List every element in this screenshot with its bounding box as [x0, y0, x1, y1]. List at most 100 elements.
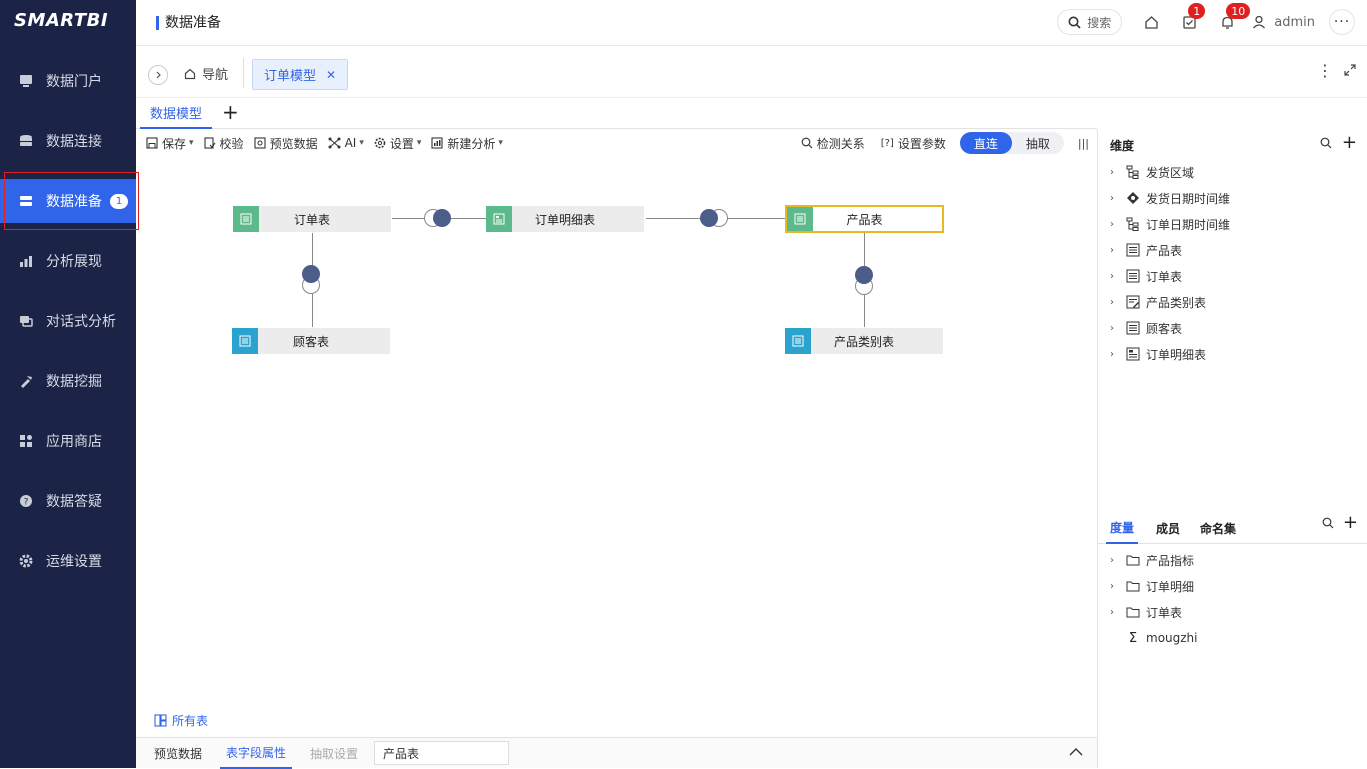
sidebar-item-conversational[interactable]: 对话式分析 — [0, 299, 136, 343]
sidebar-item-mining[interactable]: 数据挖掘 — [0, 359, 136, 403]
tree-item[interactable]: › 发货区域 — [1110, 159, 1230, 185]
chevron-right-icon[interactable]: › — [1110, 555, 1122, 566]
set-params-button[interactable]: [?] 设置参数 — [881, 135, 946, 152]
chevron-right-icon[interactable]: › — [1110, 193, 1122, 204]
all-tables-button[interactable]: 所有表 — [154, 712, 208, 729]
node-label: 产品类别表 — [833, 334, 894, 349]
chevron-up-icon[interactable] — [1069, 746, 1083, 760]
table-node-orders[interactable]: 订单表 — [233, 206, 391, 232]
sidebar-item-label: 数据答疑 — [46, 494, 102, 510]
close-icon[interactable]: ✕ — [326, 68, 336, 82]
sidebar-item-data-connection[interactable]: 数据连接 — [0, 119, 136, 163]
more-vertical-icon[interactable]: ⋮ — [1317, 63, 1333, 79]
sidebar-item-data-portal[interactable]: 数据门户 — [0, 59, 136, 103]
tree-item[interactable]: › 产品类别表 — [1110, 289, 1230, 315]
hierarchy-icon — [1125, 164, 1141, 180]
sidebar-item-data-prep[interactable]: 数据准备 1 — [0, 179, 136, 223]
save-button[interactable]: 保存 ▾ — [146, 135, 194, 152]
tree-item-label: 订单表 — [1146, 269, 1183, 284]
new-analysis-button[interactable]: 新建分析 ▾ — [431, 135, 503, 152]
chevron-right-icon[interactable]: › — [1110, 349, 1122, 360]
notifications-button[interactable]: 10 — [1214, 3, 1251, 35]
mode-direct-option[interactable]: 直连 — [959, 132, 1012, 154]
table-select-field[interactable]: 产品表 — [374, 741, 510, 765]
sidebar-item-app-store[interactable]: 应用商店 — [0, 419, 136, 463]
save-icon — [146, 137, 158, 149]
add-tab-button[interactable]: + — [222, 100, 239, 124]
expand-sidebar-button[interactable] — [148, 65, 168, 85]
tab-order-model[interactable]: 订单模型 ✕ — [252, 59, 348, 90]
tab-field-properties[interactable]: 表字段属性 — [220, 738, 293, 769]
add-icon[interactable]: + — [1343, 512, 1358, 533]
settings-button[interactable]: 设置 ▾ — [374, 135, 421, 152]
chevron-right-icon[interactable]: › — [1110, 581, 1122, 592]
join-dot[interactable] — [700, 209, 718, 227]
node-label: 订单表 — [293, 212, 330, 227]
tree-item-label: 产品指标 — [1146, 553, 1195, 568]
tree-item[interactable]: › 订单日期时间维 — [1110, 211, 1230, 237]
apps-icon — [18, 433, 34, 449]
chevron-right-icon[interactable]: › — [1110, 271, 1122, 282]
preview-data-button[interactable]: 预览数据 — [254, 135, 318, 152]
tree-item[interactable]: › 顾客表 — [1110, 315, 1230, 341]
model-subtabs: 数据模型 + — [136, 98, 1097, 129]
sidebar-item-analysis[interactable]: 分析展现 — [0, 239, 136, 283]
join-dot[interactable] — [302, 265, 320, 283]
table-node-customer[interactable]: 顾客表 — [232, 328, 390, 354]
fullscreen-icon[interactable] — [1343, 63, 1357, 79]
tree-item[interactable]: › 订单表 — [1110, 263, 1230, 289]
chevron-right-icon[interactable]: › — [1110, 607, 1122, 618]
tree-item[interactable]: › 订单明细 — [1110, 573, 1198, 599]
settings-label: 设置 — [389, 136, 414, 151]
tab-extract-settings[interactable]: 抽取设置 — [310, 738, 358, 769]
join-dot[interactable] — [433, 209, 451, 227]
chevron-right-icon[interactable]: › — [1110, 219, 1122, 230]
tab-navigation[interactable]: 导航 — [184, 64, 228, 83]
tab-preview-data[interactable]: 预览数据 — [154, 738, 202, 769]
tab-data-model[interactable]: 数据模型 — [140, 98, 212, 129]
sidebar-item-label: 对话式分析 — [46, 314, 116, 330]
table-node-category[interactable]: 产品类别表 — [785, 328, 943, 354]
sidebar-item-label: 数据准备 — [46, 194, 102, 210]
gear-icon — [374, 137, 386, 149]
logo: SMARTBI — [14, 10, 109, 31]
table-edit-icon — [1125, 294, 1141, 310]
all-tables-label: 所有表 — [172, 714, 209, 728]
tree-item[interactable]: › 产品表 — [1110, 237, 1230, 263]
home-button[interactable] — [1138, 9, 1164, 35]
tab-named-sets[interactable]: 命名集 — [1200, 514, 1236, 544]
user-menu[interactable]: admin — [1252, 15, 1315, 30]
tree-item[interactable]: Σmougzhi — [1110, 625, 1198, 651]
model-canvas[interactable]: 订单表 订单明细表 产品表 顾客表 产品类别表 所有表 — [136, 157, 1097, 737]
more-button[interactable]: ··· — [1329, 9, 1355, 35]
ai-button[interactable]: AI ▾ — [328, 136, 364, 150]
tab-members[interactable]: 成员 — [1156, 514, 1180, 544]
mode-toggle[interactable]: 直连 抽取 — [959, 132, 1064, 154]
chevron-right-icon[interactable]: › — [1110, 297, 1122, 308]
chevron-right-icon[interactable]: › — [1110, 245, 1122, 256]
table-node-order-detail[interactable]: 订单明细表 — [486, 206, 644, 232]
tree-item[interactable]: › 发货日期时间维 — [1110, 185, 1230, 211]
tree-item[interactable]: › 订单明细表 — [1110, 341, 1230, 367]
search-icon[interactable] — [1320, 137, 1332, 149]
validate-button[interactable]: 校验 — [203, 135, 244, 152]
mode-extract-option[interactable]: 抽取 — [1012, 132, 1064, 154]
sidebar-item-ops[interactable]: 运维设置 — [0, 539, 136, 583]
tasks-button[interactable]: 1 — [1176, 3, 1206, 35]
chevron-right-icon[interactable]: › — [1110, 167, 1122, 178]
sidebar-item-qa[interactable]: ? 数据答疑 — [0, 479, 136, 523]
table-node-product[interactable]: 产品表 — [785, 205, 944, 233]
join-dot[interactable] — [855, 266, 873, 284]
tab-measures[interactable]: 度量 — [1106, 514, 1139, 544]
tree-item[interactable]: › 产品指标 — [1110, 547, 1198, 573]
search-icon[interactable] — [1322, 517, 1334, 529]
tree-item[interactable]: › 订单表 — [1110, 599, 1198, 625]
add-icon[interactable]: + — [1342, 134, 1357, 152]
column-settings-icon[interactable]: ||| — [1078, 137, 1089, 150]
global-search-button[interactable]: 搜索 — [1057, 9, 1123, 35]
sidebar-item-label: 数据挖掘 — [46, 374, 102, 390]
detect-relations-button[interactable]: 检测关系 — [801, 135, 865, 152]
chevron-right-icon[interactable]: › — [1110, 323, 1122, 334]
folder-icon — [1125, 578, 1141, 594]
tree-item-label: 发货区域 — [1146, 165, 1195, 180]
